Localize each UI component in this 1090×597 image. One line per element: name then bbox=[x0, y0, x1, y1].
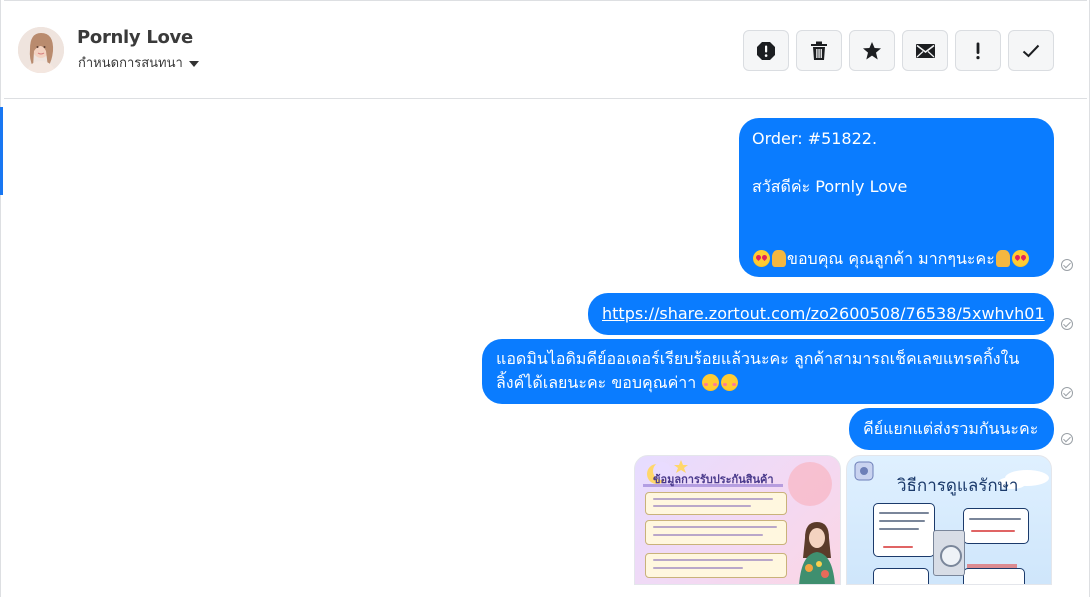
avatar[interactable] bbox=[18, 27, 64, 73]
text-line bbox=[971, 530, 1015, 532]
message-text: แอดมินไอดิมคีย์ออเดอร์เรียบร้อยแล้วนะคะ … bbox=[496, 349, 1020, 368]
text-line bbox=[653, 498, 773, 500]
attachment-title: วิธีการดูแลรักษา bbox=[897, 476, 1019, 496]
message-line: ลิ้งค์ได้เลยนะคะ ขอบคุณค่าา bbox=[496, 371, 1040, 395]
washing-machine-icon bbox=[933, 530, 965, 576]
care-tip-card bbox=[963, 568, 1025, 584]
message-bubble[interactable]: คีย์แยกแต่ส่งรวมกันนะคะ bbox=[849, 408, 1054, 450]
sent-check-icon bbox=[1061, 387, 1073, 399]
sent-check-icon bbox=[1061, 318, 1073, 330]
care-tip-card bbox=[873, 568, 929, 584]
message-bubble[interactable]: แอดมินไอดิมคีย์ออเดอร์เรียบร้อยแล้วนะคะ … bbox=[482, 339, 1054, 404]
sent-check-icon bbox=[1061, 433, 1073, 445]
message-text: ลิ้งค์ได้เลยนะคะ ขอบคุณค่าา bbox=[496, 373, 697, 392]
caret-down-icon bbox=[188, 60, 199, 67]
conversation-header: Pornly Love กำหนดการสนทนา bbox=[4, 0, 1087, 99]
star-button[interactable] bbox=[849, 30, 895, 71]
praying-hands-emoji-icon bbox=[772, 250, 786, 267]
praying-hands-emoji-icon bbox=[995, 250, 1010, 267]
mark-done-button[interactable] bbox=[1008, 30, 1054, 71]
message-text: Order: #51822. bbox=[752, 129, 878, 148]
mark-unread-button[interactable] bbox=[902, 30, 948, 71]
tracking-link[interactable]: https://share.zortout.com/zo2600508/7653… bbox=[602, 304, 1045, 323]
message-text: คีย์แยกแต่ส่งรวมกันนะคะ bbox=[863, 419, 1039, 438]
info-card bbox=[645, 553, 787, 578]
check-icon bbox=[1022, 44, 1040, 57]
text-line bbox=[879, 520, 925, 522]
exclamation-icon bbox=[976, 42, 980, 59]
star-icon bbox=[863, 41, 881, 59]
image-attachment-warranty[interactable]: ข้อมูลการรับประกันสินค้า bbox=[634, 455, 841, 585]
envelope-icon bbox=[915, 43, 935, 58]
message-text: สวัสดีค่ะ Pornly Love bbox=[752, 177, 908, 196]
image-attachment-care[interactable]: วิธีการดูแลรักษา bbox=[846, 455, 1052, 585]
text-line bbox=[653, 567, 743, 569]
text-line bbox=[969, 518, 1021, 520]
text-line bbox=[653, 526, 777, 528]
active-indicator bbox=[0, 107, 3, 195]
important-button[interactable] bbox=[955, 30, 1001, 71]
care-tip-card bbox=[963, 508, 1029, 544]
smiling-hearts-emoji-icon bbox=[702, 374, 720, 391]
message-bubble[interactable]: Order: #51822. สวัสดีค่ะ Pornly Love ขอบ… bbox=[739, 118, 1054, 277]
message-bubble[interactable]: https://share.zortout.com/zo2600508/7653… bbox=[588, 293, 1054, 335]
text-line bbox=[653, 505, 751, 507]
delete-button[interactable] bbox=[796, 30, 842, 71]
info-card bbox=[645, 520, 787, 545]
text-line bbox=[653, 534, 763, 536]
text-line bbox=[883, 546, 913, 548]
message-emoji-line: ขอบคุณ คุณลูกค้า มากๆนะคะ bbox=[752, 247, 1041, 271]
spam-button[interactable] bbox=[743, 30, 789, 71]
text-line bbox=[879, 512, 929, 514]
message-spacer bbox=[752, 199, 1041, 247]
message-spacer bbox=[752, 151, 1041, 175]
text-line bbox=[879, 528, 919, 530]
assign-conversation-dropdown[interactable]: กำหนดการสนทนา bbox=[78, 52, 199, 73]
avatar-photo bbox=[18, 27, 64, 73]
sent-check-icon bbox=[1061, 259, 1073, 271]
heart-eyes-emoji-icon bbox=[1011, 250, 1029, 267]
trash-icon bbox=[811, 41, 827, 60]
smiling-hearts-emoji-icon bbox=[721, 374, 739, 391]
model-photo bbox=[799, 522, 835, 584]
text-line bbox=[653, 559, 773, 561]
assign-label: กำหนดการสนทนา bbox=[78, 56, 183, 71]
attachment-title: ข้อมูลการรับประกันสินค้า bbox=[653, 473, 774, 486]
heart-eyes-emoji-icon bbox=[753, 250, 770, 267]
contact-name: Pornly Love bbox=[77, 27, 193, 48]
header-actions bbox=[743, 30, 1054, 71]
alert-octagon-icon bbox=[757, 41, 775, 60]
info-card bbox=[645, 492, 787, 515]
message-text: ขอบคุณ คุณลูกค้า มากๆนะคะ bbox=[787, 249, 995, 268]
